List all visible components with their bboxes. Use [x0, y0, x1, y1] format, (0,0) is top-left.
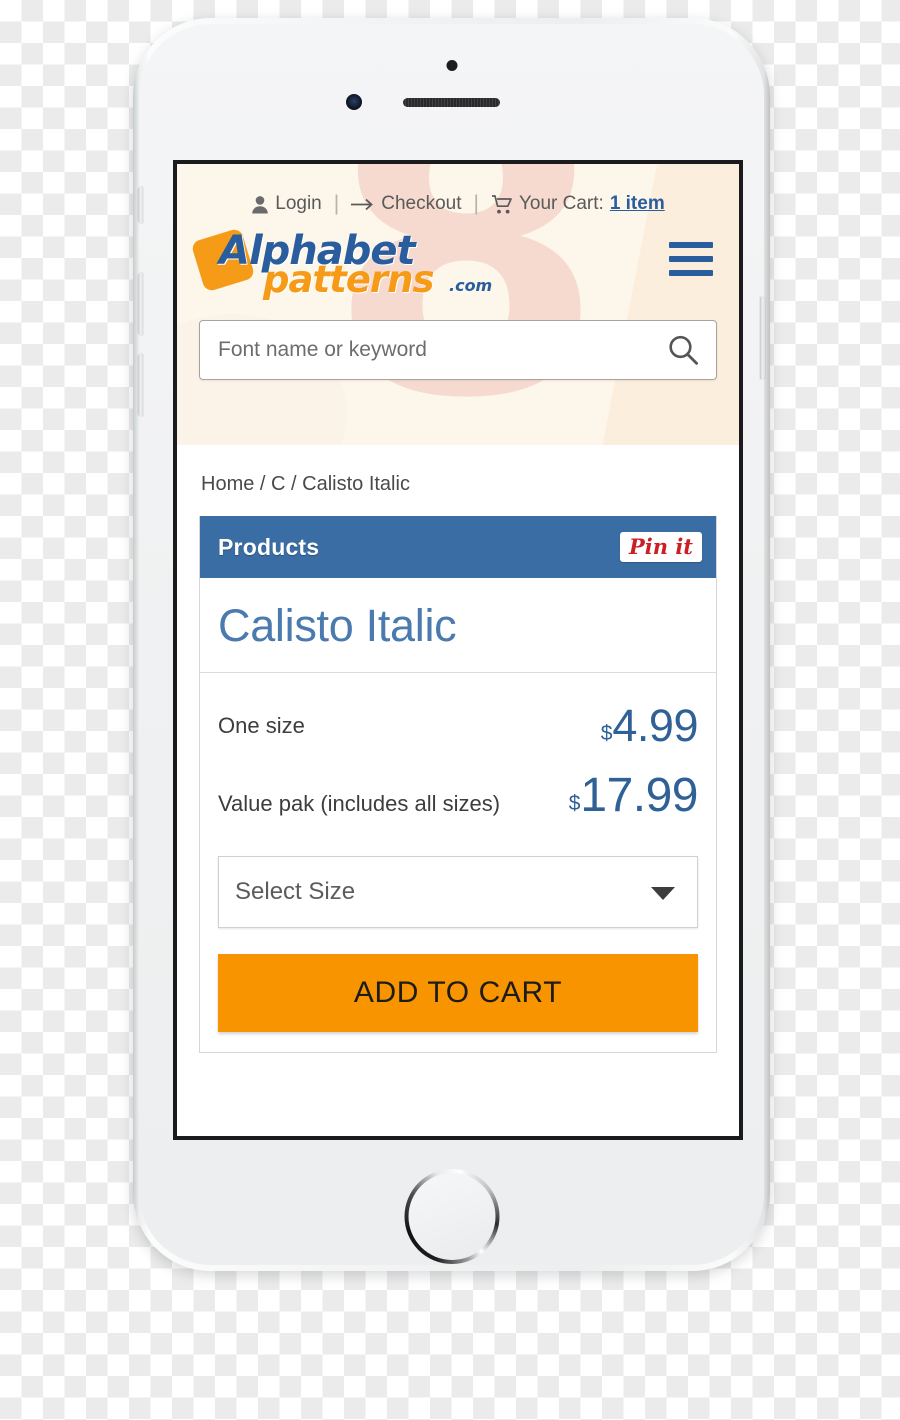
checkout-link[interactable]: Checkout — [351, 193, 462, 215]
breadcrumb[interactable]: Home / C / Calisto Italic — [199, 445, 717, 516]
page-content: Home / C / Calisto Italic Products Pin i… — [177, 445, 739, 1053]
price-amount: 17.99 — [580, 769, 698, 822]
price-value: $ 17.99 — [568, 768, 699, 823]
power-button[interactable] — [760, 297, 765, 379]
login-link[interactable]: Login — [251, 193, 322, 215]
cart-label: Your Cart: — [518, 193, 604, 214]
shopping-cart-icon — [491, 194, 513, 214]
hamburger-bar-3 — [669, 270, 713, 276]
search-section — [177, 298, 739, 380]
login-label: Login — [275, 193, 322, 214]
user-icon — [251, 195, 269, 214]
card-header-title: Products — [218, 533, 320, 560]
earpiece-speaker-icon — [403, 98, 500, 107]
cart-count[interactable]: 1 item — [610, 193, 665, 215]
product-title: Calisto Italic — [200, 578, 716, 673]
product-card-header: Products Pin it — [200, 516, 716, 578]
site-header: 8 Login | Checkout | Your Cart: 1 item A… — [177, 164, 739, 445]
home-button-surface — [408, 1173, 495, 1260]
phone-screen: 8 Login | Checkout | Your Cart: 1 item A… — [177, 164, 739, 1136]
price-currency: $ — [568, 792, 581, 815]
logo-tld: .com — [449, 276, 493, 295]
product-card: Products Pin it Calisto Italic One size … — [199, 516, 717, 1053]
checkout-label: Checkout — [381, 193, 462, 214]
cart-link[interactable]: Your Cart: 1 item — [491, 193, 665, 215]
nav-separator-2: | — [473, 192, 479, 215]
price-row-value-pak: Value pak (includes all sizes) $ 17.99 — [200, 768, 716, 856]
size-select[interactable]: Select Size — [218, 856, 698, 928]
home-button[interactable] — [404, 1169, 499, 1264]
silent-switch-button[interactable] — [138, 187, 143, 223]
screen-bezel: 8 Login | Checkout | Your Cart: 1 item A… — [173, 160, 743, 1140]
brand-row: Alphabet patterns .com — [177, 216, 739, 301]
hamburger-bar-2 — [669, 256, 713, 262]
price-label: Value pak (includes all sizes) — [218, 791, 501, 816]
price-value: $ 4.99 — [600, 699, 699, 752]
hamburger-bar-1 — [669, 242, 713, 248]
chevron-down-icon[interactable] — [651, 887, 675, 900]
price-amount: 4.99 — [612, 699, 698, 751]
volume-up-button[interactable] — [138, 273, 143, 335]
nav-separator-1: | — [333, 192, 340, 215]
price-label: One size — [218, 712, 305, 738]
arrow-right-icon — [351, 198, 375, 211]
hamburger-menu-icon[interactable] — [669, 242, 717, 276]
logo-word-patterns: patterns — [263, 258, 435, 301]
size-select-value: Select Size — [235, 878, 356, 905]
proximity-sensor-icon — [446, 60, 457, 71]
add-to-cart-section: ADD TO CART — [200, 928, 716, 1052]
add-to-cart-button[interactable]: ADD TO CART — [218, 954, 698, 1032]
phone-device: 8 Login | Checkout | Your Cart: 1 item A… — [133, 18, 770, 1271]
search-box[interactable] — [199, 320, 717, 380]
front-camera-icon — [346, 94, 362, 110]
phone-body: 8 Login | Checkout | Your Cart: 1 item A… — [138, 24, 765, 1265]
search-input[interactable] — [218, 338, 666, 362]
price-currency: $ — [600, 721, 613, 745]
size-select-section: Select Size — [200, 856, 716, 928]
search-icon[interactable] — [666, 333, 700, 367]
volume-down-button[interactable] — [138, 354, 143, 416]
price-row-one-size: One size $ 4.99 — [200, 673, 716, 768]
utility-nav: Login | Checkout | Your Cart: 1 item — [177, 164, 739, 216]
site-logo[interactable]: Alphabet patterns .com — [190, 220, 492, 301]
pinterest-pin-it-button[interactable]: Pin it — [619, 532, 702, 562]
